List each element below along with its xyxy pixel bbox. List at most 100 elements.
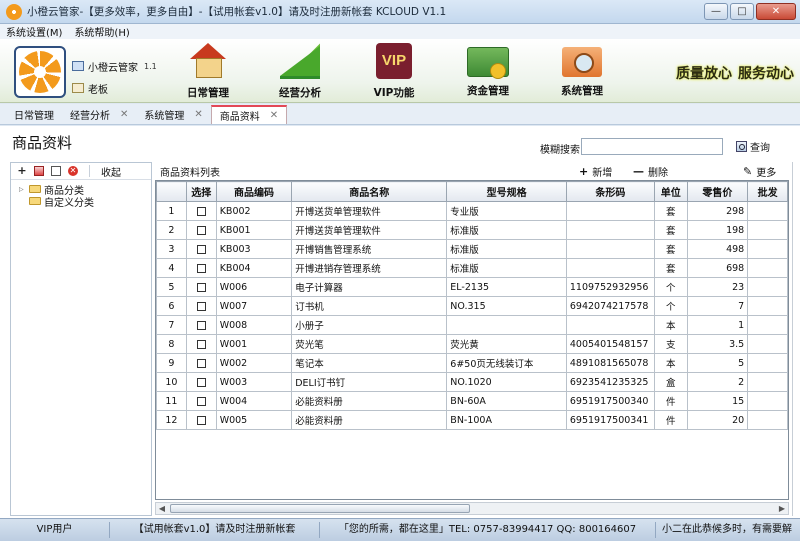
product-table: 选择 商品编码 商品名称 型号规格 条形码 单位 零售价 批发 1 KB002 开博… (155, 180, 789, 500)
row-select-cell[interactable] (185, 334, 217, 354)
product-code-cell: W001 (215, 334, 293, 354)
close-icon[interactable]: ✕ (120, 109, 128, 120)
table-row[interactable]: 4 KB004 开博进销存管理系统 标准版 套 698 (156, 258, 788, 278)
tab-system-management[interactable]: 系统管理 ✕ (136, 105, 210, 124)
product-barcode-cell: 1109752932956 (565, 277, 655, 297)
table-row[interactable]: 9 W002 笔记本 6#50页无线装订本 4891081565078 本 5 (156, 353, 788, 373)
product-unit-cell: 套 (653, 258, 688, 278)
close-window-button[interactable]: ✕ (756, 3, 796, 20)
close-icon[interactable]: ✕ (270, 110, 278, 121)
query-button[interactable]: 查询 (736, 139, 770, 154)
table-row[interactable]: 6 W007 订书机 NO.315 6942074217578 个 7 (156, 296, 788, 316)
product-spec-cell: 6#50页无线装订本 (446, 353, 567, 373)
toolbar-business-analysis-button[interactable]: 经营分析 (260, 43, 340, 103)
horizontal-scrollbar[interactable]: ◀ ▶ (155, 502, 789, 515)
column-header-index (156, 181, 187, 202)
row-select-cell[interactable] (185, 220, 217, 240)
table-row[interactable]: 11 W004 必能资料册 BN-60A 6951917500340 件 15 (156, 391, 788, 411)
app-version: 1.1 (144, 61, 157, 71)
table-row[interactable]: 2 KB001 开博送货单管理软件 标准版 套 198 (156, 220, 788, 240)
add-product-button[interactable]: + 新增 (579, 164, 612, 179)
table-row[interactable]: 1 KB002 开博送货单管理软件 专业版 套 298 (156, 201, 788, 221)
tree-node-custom-category[interactable]: 自定义分类 (19, 195, 151, 209)
window-controls: — □ ✕ (704, 3, 796, 20)
wholesale-price-cell (747, 315, 788, 335)
tab-strip: 日常管理 经营分析 ✕ 系统管理 ✕ 商品资料 ✕ (0, 104, 800, 125)
add-category-icon[interactable] (34, 166, 44, 176)
close-icon[interactable]: ✕ (194, 109, 202, 120)
minimize-button[interactable]: — (704, 3, 728, 20)
edit-category-icon[interactable] (51, 166, 61, 176)
row-checkbox[interactable] (196, 415, 206, 425)
row-checkbox[interactable] (196, 225, 206, 235)
scroll-thumb[interactable] (170, 504, 470, 513)
product-name-cell: 小册子 (291, 315, 448, 335)
expand-icon[interactable]: ▷ (19, 186, 26, 193)
table-row[interactable]: 10 W003 DELI订书钉 NO.1020 6923541235325 盒 2 (156, 372, 788, 392)
row-checkbox[interactable] (196, 282, 206, 292)
collapse-button[interactable]: 收起 (101, 164, 121, 179)
column-header-select[interactable]: 选择 (185, 181, 217, 202)
wholesale-price-cell (747, 277, 788, 297)
row-select-cell[interactable] (185, 353, 217, 373)
table-row[interactable]: 8 W001 荧光笔 荧光黄 4005401548157 支 3.5 (156, 334, 788, 354)
category-panel: + ✕ 收起 ▷ 商品分类 自定义分类 (10, 162, 152, 516)
row-checkbox[interactable] (196, 377, 206, 387)
maximize-button[interactable]: □ (730, 3, 754, 20)
column-header-spec[interactable]: 型号规格 (446, 181, 567, 202)
row-select-cell[interactable] (185, 258, 217, 278)
row-select-cell[interactable] (185, 372, 217, 392)
more-button[interactable]: ✎ 更多 (743, 164, 776, 179)
retail-price-cell: 498 (686, 239, 749, 259)
row-checkbox[interactable] (196, 320, 206, 330)
row-checkbox[interactable] (196, 244, 206, 254)
row-checkbox[interactable] (196, 263, 206, 273)
toolbar-daily-management-button[interactable]: 日常管理 (168, 43, 248, 103)
row-select-cell[interactable] (185, 239, 217, 259)
table-row[interactable]: 3 KB003 开博销售管理系统 标准版 套 498 (156, 239, 788, 259)
search-input[interactable] (581, 138, 723, 155)
delete-product-button[interactable]: — 删除 (633, 164, 668, 179)
table-row[interactable]: 7 W008 小册子 本 1 (156, 315, 788, 335)
product-unit-cell: 件 (653, 410, 688, 430)
row-select-cell[interactable] (185, 296, 217, 316)
add-icon[interactable]: + (17, 165, 27, 176)
scroll-left-icon[interactable]: ◀ (156, 503, 168, 514)
row-checkbox[interactable] (196, 206, 206, 216)
column-header-barcode[interactable]: 条形码 (565, 181, 655, 202)
tab-daily-management[interactable]: 日常管理 (6, 105, 62, 124)
row-select-cell[interactable] (185, 410, 217, 430)
tab-business-analysis[interactable]: 经营分析 ✕ (62, 105, 136, 124)
status-service-message: 小二在此恭候多时，有需要解 (662, 524, 792, 535)
status-user-type: VIP用户 (0, 522, 110, 538)
tab-product-info[interactable]: 商品资料 ✕ (210, 105, 288, 124)
delete-category-icon[interactable]: ✕ (68, 166, 78, 176)
table-row[interactable]: 5 W006 电子计算器 EL-2135 1109752932956 个 23 (156, 277, 788, 297)
table-row[interactable]: 12 W005 必能资料册 BN-100A 6951917500341 件 20 (156, 410, 788, 430)
column-header-unit[interactable]: 单位 (653, 181, 688, 202)
column-header-retail-price[interactable]: 零售价 (686, 181, 749, 202)
row-select-cell[interactable] (185, 315, 217, 335)
toolbar-system-management-button[interactable]: 系统管理 (542, 43, 622, 103)
row-select-cell[interactable] (185, 201, 217, 221)
column-header-name[interactable]: 商品名称 (291, 181, 448, 202)
product-unit-cell: 盒 (653, 372, 688, 392)
row-checkbox[interactable] (196, 358, 206, 368)
product-spec-cell: NO.1020 (446, 372, 567, 392)
column-header-wholesale-price[interactable]: 批发 (747, 181, 788, 202)
toolbar-fund-management-button[interactable]: 资金管理 (448, 43, 528, 103)
row-checkbox[interactable] (196, 301, 206, 311)
scroll-right-icon[interactable]: ▶ (776, 503, 788, 514)
menu-system-help[interactable]: 系统帮助(H) (74, 24, 129, 39)
product-code-cell: W003 (215, 372, 293, 392)
column-header-code[interactable]: 商品编码 (215, 181, 293, 202)
row-select-cell[interactable] (185, 391, 217, 411)
row-select-cell[interactable] (185, 277, 217, 297)
toolbar-vip-button[interactable]: VIP VIP功能 (354, 43, 434, 103)
product-code-cell: KB004 (215, 258, 293, 278)
menu-system-settings[interactable]: 系统设置(M) (6, 24, 62, 39)
product-spec-cell: NO.315 (446, 296, 567, 316)
row-checkbox[interactable] (196, 396, 206, 406)
wholesale-price-cell (747, 220, 788, 240)
row-checkbox[interactable] (196, 339, 206, 349)
